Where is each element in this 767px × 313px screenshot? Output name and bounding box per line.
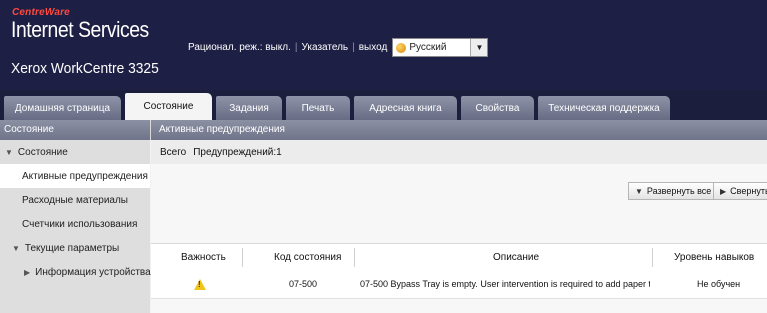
header: CentreWare Internet Services Xerox WorkC… — [0, 0, 767, 90]
xerox-cws-window: CentreWare Internet Services Xerox WorkC… — [0, 0, 767, 313]
top-links: Рационал. реж.: выкл. | Указатель | выхо… — [188, 38, 489, 57]
sidebar-item-status[interactable]: ▼ Состояние — [0, 140, 150, 164]
tab-address-book[interactable]: Адресная книга — [354, 96, 457, 120]
column-divider — [354, 248, 355, 267]
triangle-down-icon: ▼ — [12, 243, 20, 253]
power-saver-link[interactable]: Рационал. реж.: выкл. — [188, 42, 291, 53]
sidebar-header: Состояние — [0, 120, 150, 140]
severity-cell — [194, 270, 206, 298]
total-value: Предупреждений:1 — [193, 146, 282, 158]
tab-print[interactable]: Печать — [286, 96, 350, 120]
triangle-right-icon: ▶ — [24, 267, 31, 277]
sidebar-item-label: Счетчики использования — [22, 218, 138, 230]
device-name: Xerox WorkCentre 3325 — [11, 60, 159, 77]
sidebar-item-label: Активные предупреждения — [22, 170, 148, 182]
tab-status[interactable]: Состояние — [125, 93, 212, 120]
alerts-table-header: Важность Код состояния Описание Уровень … — [151, 243, 767, 272]
tab-home[interactable]: Домашняя страница — [4, 96, 121, 120]
globe-icon — [396, 42, 407, 53]
warning-icon — [194, 278, 206, 290]
language-select[interactable]: Русский ▼ — [392, 38, 489, 57]
skill-level-cell: Не обучен — [697, 279, 741, 289]
sidebar-item-label: Состояние — [17, 146, 68, 158]
column-divider — [652, 248, 653, 267]
triangle-down-icon: ▼ — [635, 186, 643, 196]
triangle-right-icon: ▶ — [720, 186, 727, 196]
status-code-cell: 07-500 — [289, 279, 318, 289]
total-label: Всего — [160, 146, 187, 158]
brand-title: Internet Services — [11, 17, 149, 42]
collapse-all-button[interactable]: ▶ Свернуть все — [713, 182, 767, 200]
link-separator: | — [294, 42, 298, 53]
alerts-total-row: Всего Предупреждений:1 — [151, 140, 767, 164]
column-description[interactable]: Описание — [493, 244, 539, 271]
column-severity[interactable]: Важность — [181, 244, 226, 271]
tab-properties[interactable]: Свойства — [461, 96, 534, 120]
sidebar-item-current-settings[interactable]: ▼ Текущие параметры — [0, 236, 150, 260]
tab-support[interactable]: Техническая поддержка — [538, 96, 670, 120]
chevron-down-icon[interactable]: ▼ — [470, 39, 488, 56]
sidebar-item-device-info[interactable]: ▶ Информация устройства — [0, 260, 151, 284]
collapse-all-label: Свернуть все — [730, 186, 767, 196]
index-link[interactable]: Указатель — [302, 42, 349, 53]
tab-bar: Домашняя страница Состояние Задания Печа… — [0, 90, 767, 120]
sidebar: ▼ Состояние Активные предупреждения Расх… — [0, 140, 151, 313]
tab-jobs[interactable]: Задания — [216, 96, 282, 120]
language-value: Русский — [409, 42, 447, 53]
link-separator: | — [352, 42, 355, 53]
description-cell: 07-500 Bypass Tray is empty. User interv… — [360, 279, 650, 289]
table-row[interactable]: 07-500 07-500 Bypass Tray is empty. User… — [151, 270, 767, 299]
column-divider — [242, 248, 243, 267]
sidebar-item-label: Расходные материалы — [22, 194, 128, 206]
expand-all-button[interactable]: ▼ Развернуть все — [628, 182, 719, 200]
logout-link[interactable]: выход — [359, 42, 388, 53]
sidebar-item-usage-counters[interactable]: Счетчики использования — [0, 212, 150, 236]
sidebar-item-supplies[interactable]: Расходные материалы — [0, 188, 150, 212]
expand-all-label: Развернуть все — [646, 186, 712, 196]
sidebar-item-label: Информация устройства — [35, 266, 151, 278]
sidebar-item-active-alerts[interactable]: Активные предупреждения — [0, 164, 150, 188]
column-skill-level[interactable]: Уровень навыков — [674, 244, 754, 271]
column-status-code[interactable]: Код состояния — [274, 244, 341, 271]
main-header: Активные предупреждения — [150, 120, 767, 140]
triangle-down-icon: ▼ — [5, 147, 13, 157]
sidebar-item-label: Текущие параметры — [24, 242, 120, 254]
